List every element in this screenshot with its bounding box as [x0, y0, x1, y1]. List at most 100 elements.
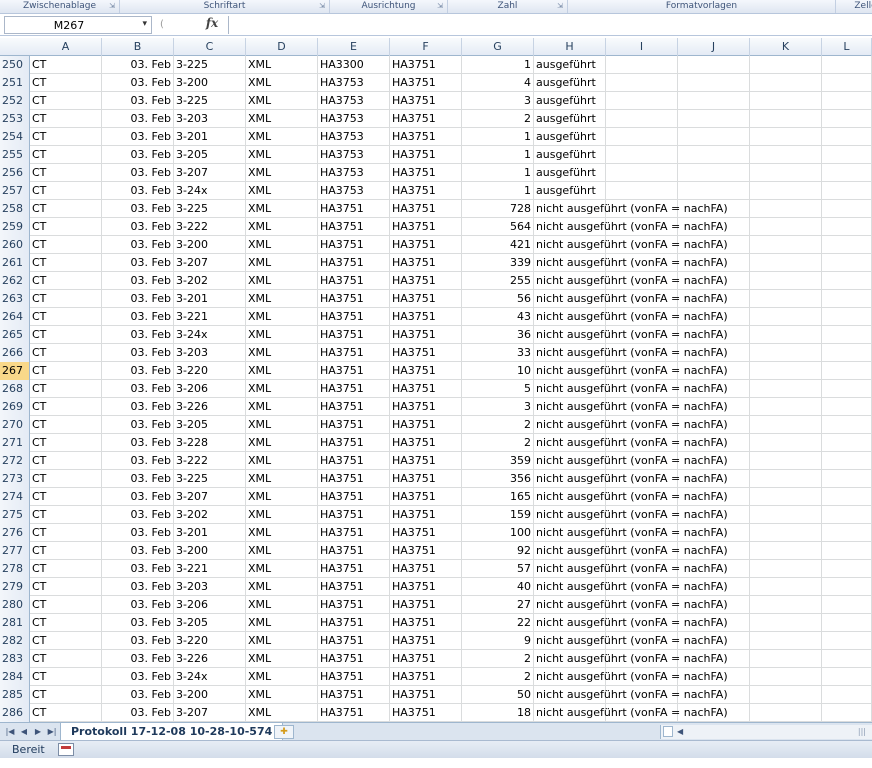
cell-f[interactable]: HA3751 [390, 614, 462, 632]
cell-c[interactable]: 3-201 [174, 290, 246, 308]
row-header[interactable]: 252 [0, 92, 30, 110]
cell-e[interactable]: HA3751 [318, 326, 390, 344]
cell-f[interactable]: HA3751 [390, 236, 462, 254]
cell-b[interactable]: 03. Feb [102, 92, 174, 110]
cell-d[interactable]: XML [246, 74, 318, 92]
cell-f[interactable]: HA3751 [390, 578, 462, 596]
cell-c[interactable]: 3-228 [174, 434, 246, 452]
cell-e[interactable]: HA3751 [318, 398, 390, 416]
row-header[interactable]: 269 [0, 398, 30, 416]
cell-h[interactable]: nicht ausgeführt (vonFA = nachFA) [534, 578, 734, 596]
cell-e[interactable]: HA3751 [318, 596, 390, 614]
cell-g[interactable]: 2 [462, 434, 534, 452]
cell-d[interactable]: XML [246, 650, 318, 668]
cell-b[interactable]: 03. Feb [102, 686, 174, 704]
cell-b[interactable]: 03. Feb [102, 416, 174, 434]
row-header[interactable]: 260 [0, 236, 30, 254]
cell-b[interactable]: 03. Feb [102, 164, 174, 182]
cell-g[interactable]: 339 [462, 254, 534, 272]
cell-e[interactable]: HA3751 [318, 614, 390, 632]
scroll-thumb[interactable] [663, 726, 673, 737]
cell-h[interactable]: nicht ausgeführt (vonFA = nachFA) [534, 416, 734, 434]
cell-e[interactable]: HA3751 [318, 434, 390, 452]
dialog-launcher-icon[interactable]: ⇲ [108, 2, 116, 10]
cell-f[interactable]: HA3751 [390, 164, 462, 182]
cell-h[interactable]: nicht ausgeführt (vonFA = nachFA) [534, 380, 734, 398]
column-header-d[interactable]: D [246, 38, 318, 56]
cell-b[interactable]: 03. Feb [102, 452, 174, 470]
first-sheet-icon[interactable]: |◀ [4, 725, 16, 739]
cell-d[interactable]: XML [246, 470, 318, 488]
cell-h[interactable]: nicht ausgeführt (vonFA = nachFA) [534, 308, 734, 326]
cell-g[interactable]: 255 [462, 272, 534, 290]
cell-e[interactable]: HA3751 [318, 452, 390, 470]
cell-a[interactable]: CT [30, 344, 102, 362]
cell-h[interactable]: nicht ausgeführt (vonFA = nachFA) [534, 344, 734, 362]
row-header[interactable]: 273 [0, 470, 30, 488]
cell-a[interactable]: CT [30, 56, 102, 74]
cell-d[interactable]: XML [246, 380, 318, 398]
cell-h[interactable]: ausgeführt [534, 92, 734, 110]
cell-h[interactable]: nicht ausgeführt (vonFA = nachFA) [534, 452, 734, 470]
cell-b[interactable]: 03. Feb [102, 308, 174, 326]
cell-f[interactable]: HA3751 [390, 668, 462, 686]
cell-a[interactable]: CT [30, 614, 102, 632]
insert-function-button[interactable]: fx [200, 16, 224, 34]
cell-b[interactable]: 03. Feb [102, 128, 174, 146]
cell-g[interactable]: 564 [462, 218, 534, 236]
cell-f[interactable]: HA3751 [390, 596, 462, 614]
cell-h[interactable]: ausgeführt [534, 182, 734, 200]
cell-a[interactable]: CT [30, 398, 102, 416]
cell-c[interactable]: 3-207 [174, 254, 246, 272]
cell-b[interactable]: 03. Feb [102, 470, 174, 488]
cell-e[interactable]: HA3753 [318, 110, 390, 128]
row-header[interactable]: 263 [0, 290, 30, 308]
cell-c[interactable]: 3-225 [174, 92, 246, 110]
cell-d[interactable]: XML [246, 398, 318, 416]
cell-h[interactable]: nicht ausgeführt (vonFA = nachFA) [534, 470, 734, 488]
cell-a[interactable]: CT [30, 470, 102, 488]
cell-h[interactable]: nicht ausgeführt (vonFA = nachFA) [534, 434, 734, 452]
cell-a[interactable]: CT [30, 380, 102, 398]
cell-d[interactable]: XML [246, 578, 318, 596]
row-header[interactable]: 282 [0, 632, 30, 650]
cell-g[interactable]: 50 [462, 686, 534, 704]
cell-c[interactable]: 3-207 [174, 488, 246, 506]
cell-d[interactable]: XML [246, 362, 318, 380]
cell-b[interactable]: 03. Feb [102, 326, 174, 344]
cell-a[interactable]: CT [30, 704, 102, 722]
cell-h[interactable]: nicht ausgeführt (vonFA = nachFA) [534, 200, 734, 218]
cell-a[interactable]: CT [30, 668, 102, 686]
cell-e[interactable]: HA3751 [318, 470, 390, 488]
dialog-launcher-icon[interactable]: ⇲ [436, 2, 444, 10]
cell-e[interactable]: HA3751 [318, 362, 390, 380]
cell-e[interactable]: HA3751 [318, 416, 390, 434]
cell-c[interactable]: 3-206 [174, 380, 246, 398]
cell-e[interactable]: HA3753 [318, 74, 390, 92]
column-header-c[interactable]: C [174, 38, 246, 56]
cell-a[interactable]: CT [30, 650, 102, 668]
cell-f[interactable]: HA3751 [390, 110, 462, 128]
cell-e[interactable]: HA3751 [318, 686, 390, 704]
row-header[interactable]: 268 [0, 380, 30, 398]
prev-sheet-icon[interactable]: ◀ [18, 725, 30, 739]
cell-e[interactable]: HA3751 [318, 650, 390, 668]
cell-a[interactable]: CT [30, 218, 102, 236]
cell-f[interactable]: HA3751 [390, 254, 462, 272]
cell-b[interactable]: 03. Feb [102, 272, 174, 290]
cell-c[interactable]: 3-200 [174, 686, 246, 704]
cell-f[interactable]: HA3751 [390, 650, 462, 668]
cell-h[interactable]: nicht ausgeführt (vonFA = nachFA) [534, 362, 734, 380]
cell-c[interactable]: 3-220 [174, 632, 246, 650]
cell-h[interactable]: ausgeführt [534, 164, 734, 182]
cell-h[interactable]: nicht ausgeführt (vonFA = nachFA) [534, 560, 734, 578]
cell-d[interactable]: XML [246, 524, 318, 542]
cell-e[interactable]: HA3753 [318, 92, 390, 110]
cell-a[interactable]: CT [30, 506, 102, 524]
cell-g[interactable]: 100 [462, 524, 534, 542]
formula-input[interactable] [228, 16, 868, 34]
cell-b[interactable]: 03. Feb [102, 560, 174, 578]
column-header-b[interactable]: B [102, 38, 174, 56]
cell-h[interactable]: nicht ausgeführt (vonFA = nachFA) [534, 488, 734, 506]
cell-h[interactable]: nicht ausgeführt (vonFA = nachFA) [534, 614, 734, 632]
